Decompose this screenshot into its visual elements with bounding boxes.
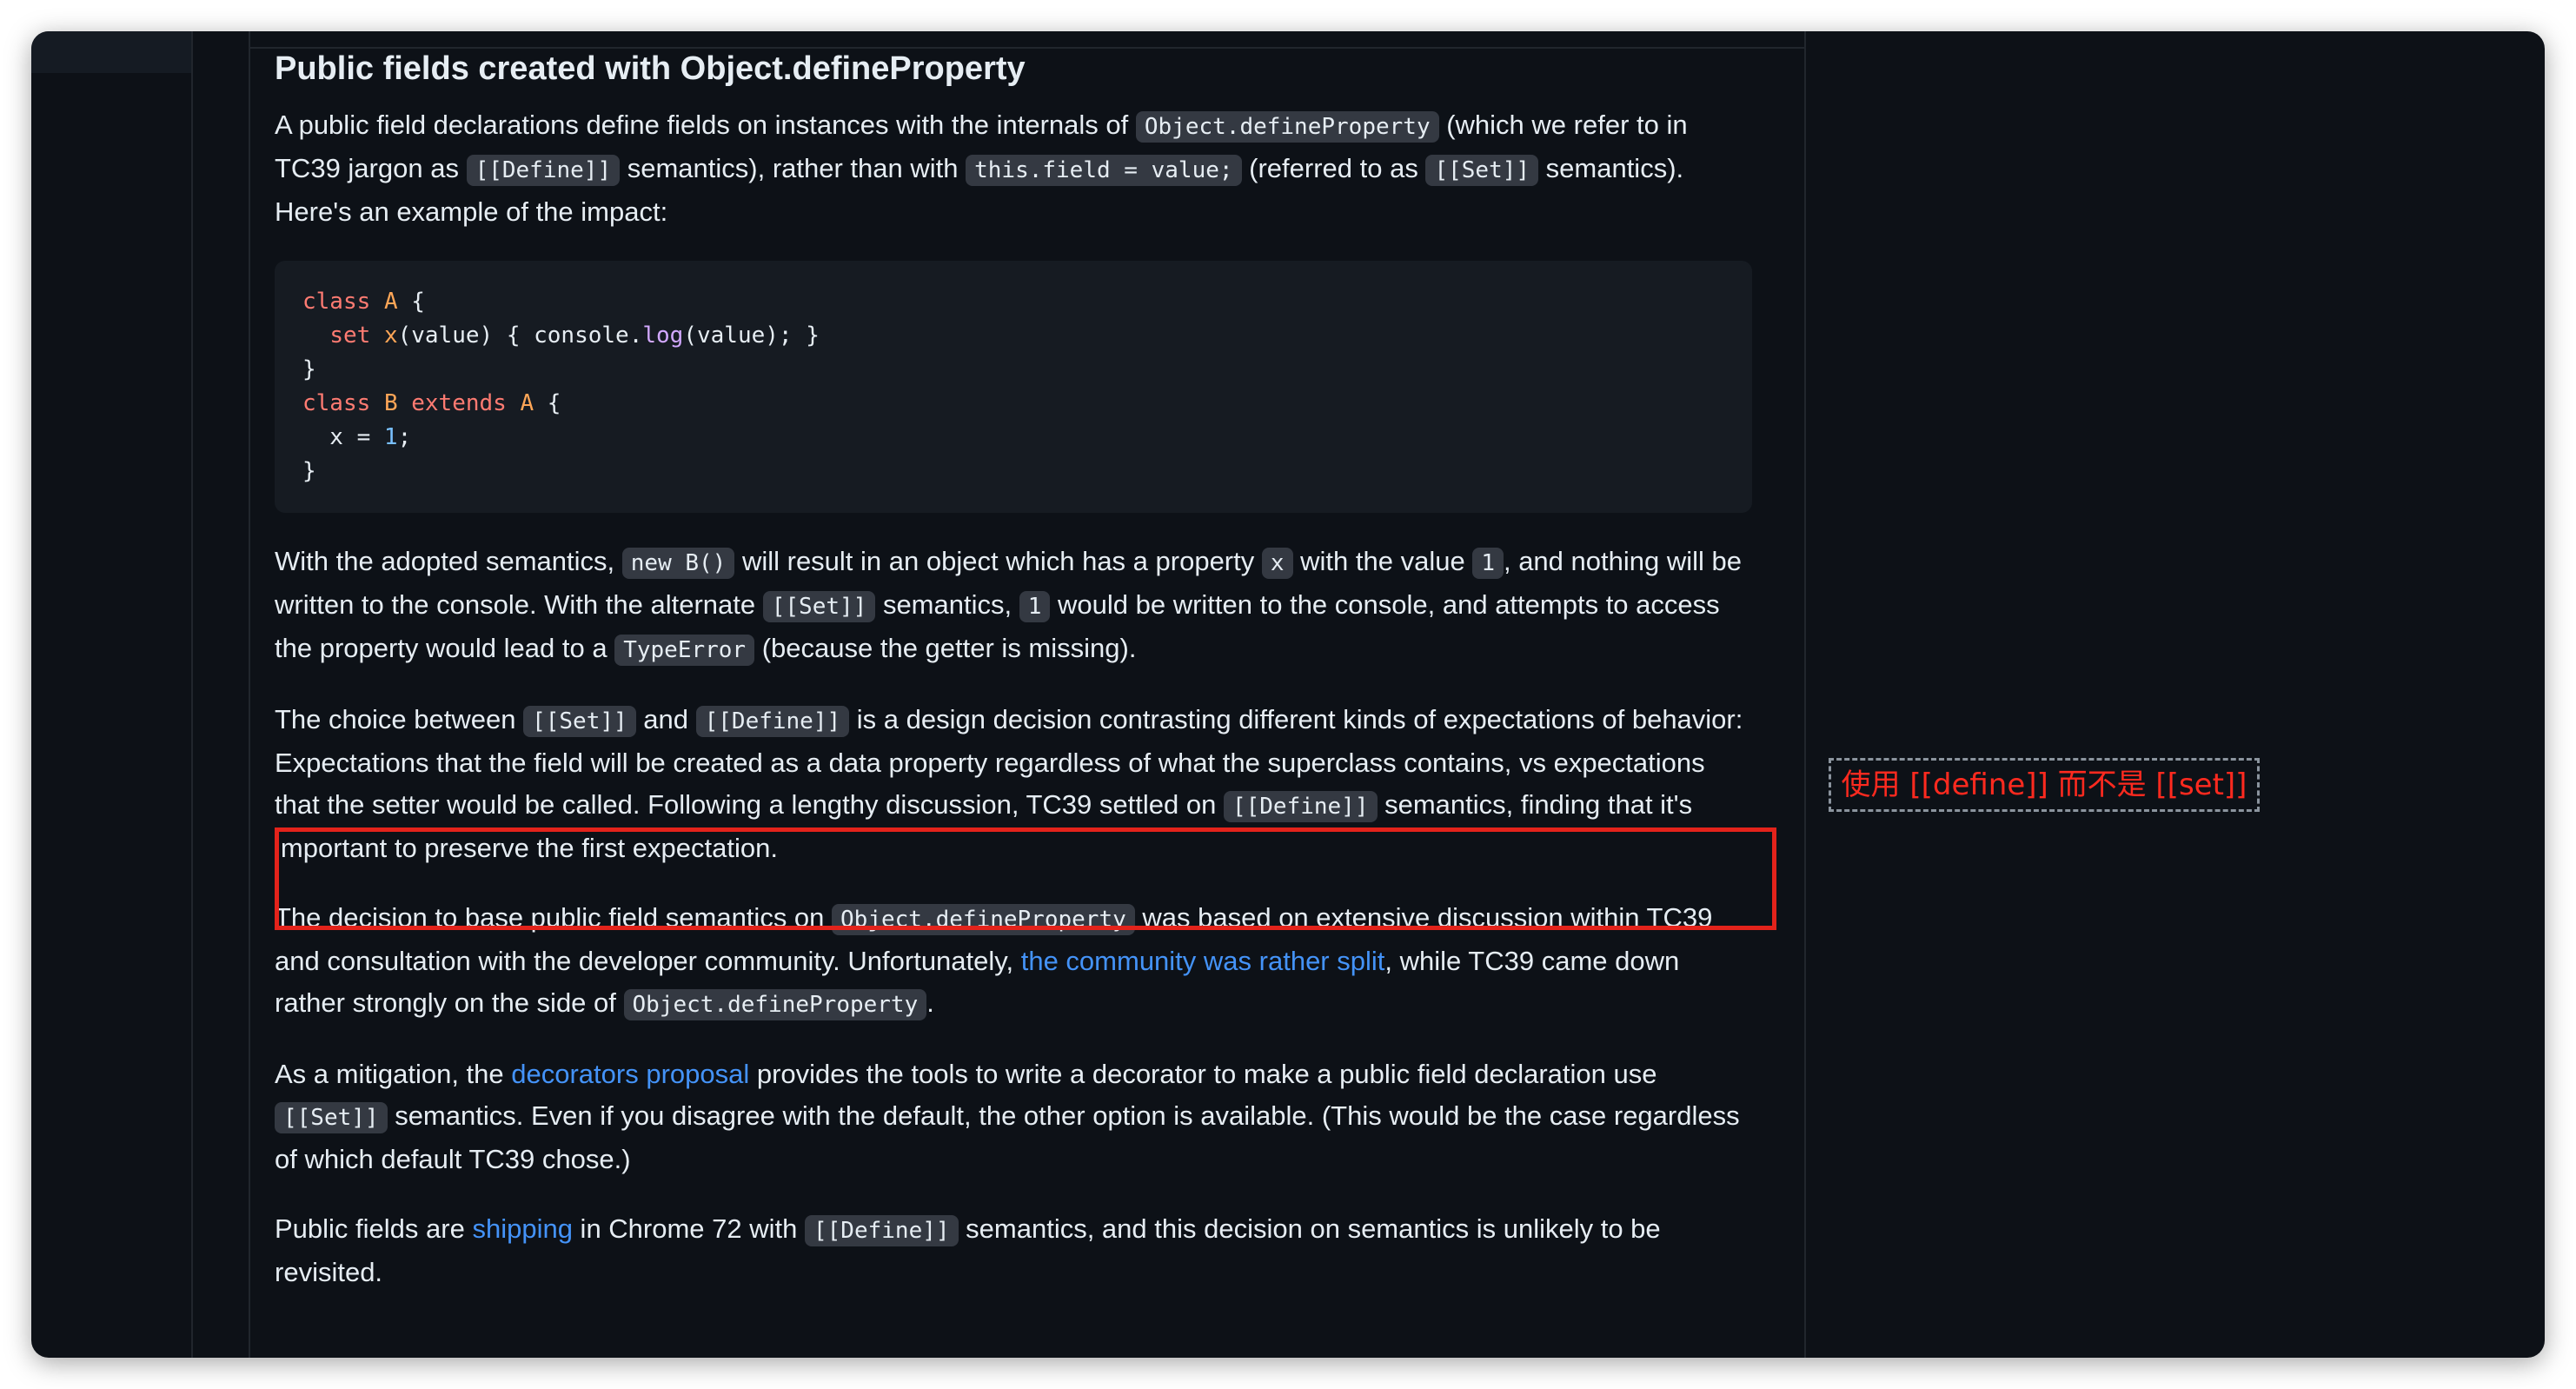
content-right-border	[1804, 31, 1806, 1358]
inline-code: [[Define]]	[466, 155, 621, 186]
content-left-border	[249, 31, 250, 1358]
inline-code: x	[1261, 548, 1293, 579]
code-token: }	[302, 458, 316, 484]
code-token: log	[642, 322, 684, 349]
code-token: {	[534, 390, 561, 416]
code-token: x =	[302, 424, 384, 450]
inline-code: [[Set]]	[1425, 155, 1539, 186]
code-token: (value) { console.	[397, 322, 643, 349]
text: (referred to as	[1241, 153, 1426, 183]
inline-code: [[Define]]	[695, 706, 850, 737]
code-block[interactable]: class A { set x(value) { console.log(val…	[275, 261, 1752, 513]
inline-code: Object.defineProperty	[623, 989, 927, 1020]
text: With the adopted semantics,	[275, 546, 622, 576]
section-heading: Public fields created with Object.define…	[275, 50, 1026, 87]
text: Public fields are	[275, 1213, 473, 1244]
text: with the value	[1292, 546, 1473, 576]
paragraph-intro: A public field declarations define field…	[275, 104, 1752, 233]
text: will result in an object which has a pro…	[734, 546, 1262, 576]
sidebar-top-block	[31, 31, 191, 73]
text: and	[635, 704, 696, 734]
code-token: 1	[383, 424, 398, 450]
text: As a mitigation, the	[275, 1059, 512, 1089]
text: provides the tools to write a decorator …	[749, 1059, 1657, 1089]
code-token: A	[383, 289, 398, 315]
code-token: {	[397, 289, 425, 315]
paragraph-mitigation: As a mitigation, the decorators proposal…	[275, 1053, 1752, 1180]
paragraph-shipping: Public fields are shipping in Chrome 72 …	[275, 1208, 1752, 1293]
sidebar-divider	[191, 31, 193, 1358]
text: .	[926, 987, 934, 1018]
annotation-note: 使用 [[define]] 而不是 [[set]]	[1829, 758, 2260, 812]
inline-code: [[Define]]	[1223, 791, 1378, 822]
inline-code: [[Set]]	[523, 706, 636, 737]
text: A public field declarations define field…	[275, 110, 1136, 140]
inline-code: [[Define]]	[805, 1215, 959, 1246]
code-token: set	[329, 322, 371, 349]
inline-code: Object.defineProperty	[1135, 111, 1439, 143]
inline-code: [[Set]]	[275, 1102, 388, 1133]
code-token: class	[302, 390, 371, 416]
community-split-link[interactable]: the community was rather split	[1021, 946, 1385, 976]
decorators-proposal-link[interactable]: decorators proposal	[511, 1059, 749, 1089]
text: semantics. Even if you disagree with the…	[275, 1100, 1740, 1174]
text: The choice between	[275, 704, 524, 734]
shipping-link[interactable]: shipping	[472, 1213, 572, 1244]
text: (because the getter is missing).	[754, 633, 1137, 663]
code-token: x	[383, 322, 398, 349]
text: semantics), rather than with	[620, 153, 966, 183]
highlight-box	[275, 827, 1776, 930]
code-token: extends	[411, 390, 507, 416]
inline-code: this.field = value;	[966, 155, 1242, 186]
inline-code: 1	[1472, 548, 1504, 579]
code-token: B	[383, 390, 398, 416]
inline-code: 1	[1019, 591, 1051, 622]
code-token: (value); }	[683, 322, 820, 349]
inline-code: new B()	[621, 548, 735, 579]
code-token: ;	[397, 424, 412, 450]
code-token: class	[302, 289, 371, 315]
article-body: Public fields created with Object.define…	[275, 45, 1752, 1321]
code-token: A	[520, 390, 534, 416]
text: semantics,	[875, 589, 1019, 620]
text: in Chrome 72 with	[572, 1213, 805, 1244]
inline-code: [[Set]]	[762, 591, 876, 622]
paragraph-adopted-semantics: With the adopted semantics, new B() will…	[275, 541, 1752, 671]
inline-code: TypeError	[614, 635, 755, 666]
code-token: }	[302, 356, 316, 382]
